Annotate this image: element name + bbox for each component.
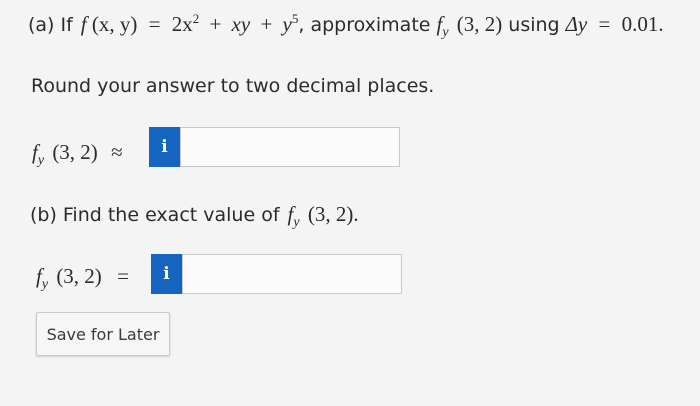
term2: xy xyxy=(231,12,251,36)
info-icon: i xyxy=(163,264,170,284)
fn-name: f xyxy=(80,12,87,36)
part-a-label: (a) xyxy=(28,14,55,36)
fn-args: (x, y) xyxy=(91,12,138,36)
part-a-prefix: If xyxy=(60,14,73,36)
info-button-b[interactable]: i xyxy=(151,254,182,294)
info-icon: i xyxy=(161,137,168,157)
answer-a-args: (3, 2) xyxy=(52,140,98,164)
approximate-text: , approximate xyxy=(298,14,431,36)
using-text: using xyxy=(508,14,560,36)
part-b-label: (b) xyxy=(30,204,57,226)
fn-equals: = xyxy=(148,12,161,36)
answer-b-input[interactable] xyxy=(182,254,402,294)
plus-1: + xyxy=(209,12,222,36)
save-for-later-label: Save for Later xyxy=(46,324,160,344)
answer-b-label: fy (3, 2) = xyxy=(36,264,129,292)
delta-expression: Δy = 0.01. xyxy=(566,12,664,37)
part-a-function: f (x, y) = 2x2 + xy + y5 xyxy=(81,12,299,37)
part-b-sub: y xyxy=(293,215,300,230)
deriv-sub: y xyxy=(442,25,449,40)
delta-value: 0.01. xyxy=(621,12,664,36)
question-part-a: (a) If f (x, y) = 2x2 + xy + y5 , approx… xyxy=(28,12,664,40)
instruction-text: Round your answer to two decimal places. xyxy=(31,75,435,97)
delta: Δy xyxy=(565,12,588,36)
part-b-expression: fy (3, 2). xyxy=(288,202,359,230)
instruction-row: Round your answer to two decimal places. xyxy=(31,75,434,97)
term3: y xyxy=(282,12,292,36)
answer-b-sub: y xyxy=(41,277,49,292)
answer-b-expression: fy (3, 2) = xyxy=(36,264,129,292)
answer-a-input[interactable] xyxy=(180,127,400,167)
equals-symbol: = xyxy=(117,264,129,288)
info-button-a[interactable]: i xyxy=(149,127,180,167)
part-b-text: Find the exact value of xyxy=(62,204,280,226)
plus-2: + xyxy=(260,12,273,36)
question-part-b: (b) Find the exact value of fy (3, 2). xyxy=(30,202,359,230)
answer-b-args: (3, 2) xyxy=(56,264,102,288)
term1-exponent: 2 xyxy=(192,11,200,26)
answer-a-label: fy (3, 2) ≈ xyxy=(32,140,123,168)
part-b-args: (3, 2). xyxy=(307,202,359,226)
term1: 2x xyxy=(171,12,193,36)
delta-equals: = xyxy=(598,12,611,36)
deriv-args: (3, 2) xyxy=(456,12,503,36)
approx-symbol: ≈ xyxy=(111,140,123,164)
answer-a-sub: y xyxy=(37,153,45,168)
save-for-later-button[interactable]: Save for Later xyxy=(36,312,170,356)
part-a-derivative: fy (3, 2) xyxy=(436,12,503,40)
answer-a-expression: fy (3, 2) ≈ xyxy=(32,140,123,168)
